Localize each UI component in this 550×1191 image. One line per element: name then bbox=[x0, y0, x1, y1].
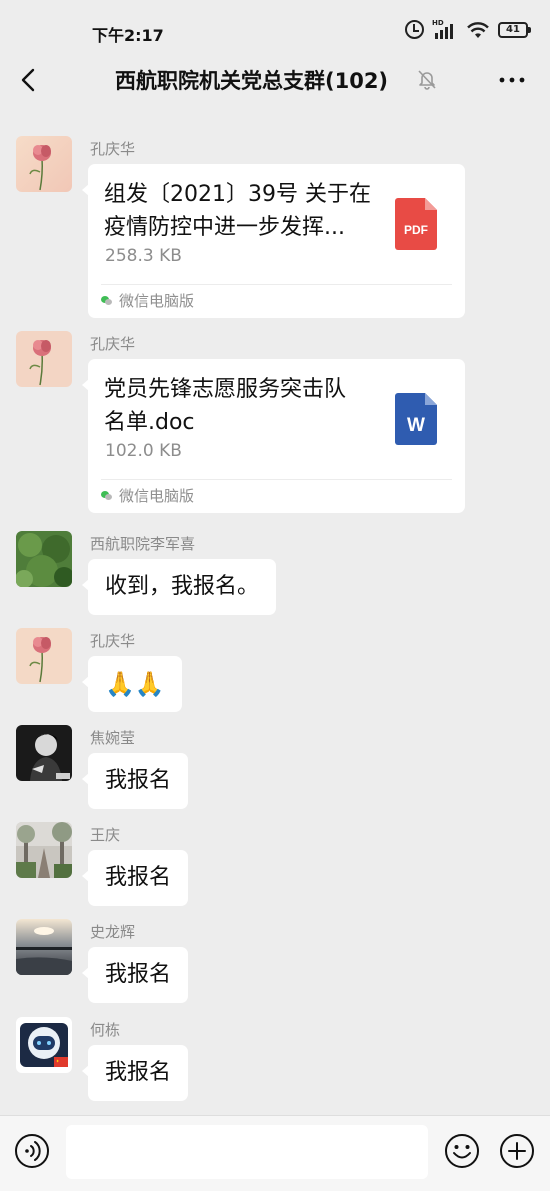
alarm-icon bbox=[405, 20, 424, 39]
voice-icon[interactable] bbox=[14, 1133, 50, 1169]
avatar[interactable] bbox=[16, 136, 72, 192]
wechat-icon bbox=[101, 295, 113, 307]
avatar[interactable] bbox=[16, 331, 72, 387]
status-bar: 下午2:17 HD 41 bbox=[0, 0, 550, 50]
avatar[interactable] bbox=[16, 725, 72, 781]
pdf-file-icon: PDF bbox=[395, 198, 437, 250]
mute-bell-icon bbox=[418, 70, 436, 90]
input-bar bbox=[0, 1115, 550, 1191]
text-message-bubble[interactable]: 我报名 bbox=[81, 753, 189, 809]
avatar[interactable] bbox=[16, 531, 72, 587]
file-message-card[interactable]: 党员先锋志愿服务突击队 名单.doc 102.0 KB W 微信电脑版 bbox=[82, 359, 465, 513]
avatar[interactable] bbox=[16, 822, 72, 878]
text-message-bubble[interactable]: 我报名 bbox=[81, 850, 189, 906]
source-label: 微信电脑版 bbox=[119, 292, 195, 310]
pdf-label: PDF bbox=[404, 223, 428, 237]
wechat-icon bbox=[101, 490, 113, 502]
sender-name: 西航职院李军喜 bbox=[90, 535, 196, 553]
status-icons: HD 41 bbox=[405, 19, 531, 39]
wifi-icon bbox=[467, 21, 489, 38]
battery-icon: 41 bbox=[498, 21, 531, 38]
sender-name: 何栋 bbox=[90, 1021, 121, 1039]
chat-screen: 下午2:17 HD 41 西航职院机关党总支群(102) 孔庆华 组发〔2021… bbox=[0, 0, 550, 1191]
avatar[interactable] bbox=[16, 628, 72, 684]
sender-name: 孔庆华 bbox=[90, 632, 136, 650]
file-size: 102.0 KB bbox=[105, 441, 182, 461]
file-title-line1: 党员先锋志愿服务突击队 bbox=[104, 377, 347, 402]
word-label: W bbox=[407, 415, 425, 436]
file-title: 党员先锋志愿服务突击队 名单.doc bbox=[104, 373, 374, 439]
more-dots-icon[interactable] bbox=[498, 67, 526, 93]
emoji-message-bubble[interactable]: 🙏🙏 bbox=[82, 656, 182, 712]
word-file-icon: W bbox=[395, 393, 437, 445]
status-time: 下午2:17 bbox=[92, 26, 164, 45]
chat-title: 西航职院机关党总支群(102) bbox=[115, 69, 389, 93]
avatar[interactable] bbox=[16, 919, 72, 975]
source-label: 微信电脑版 bbox=[119, 487, 195, 505]
avatar[interactable] bbox=[16, 1017, 72, 1073]
file-title: 组发〔2021〕39号 关于在 疫情防控中进一步发挥... bbox=[104, 178, 374, 244]
file-source: 微信电脑版 bbox=[101, 485, 194, 506]
signal-icon: HD bbox=[432, 19, 458, 39]
text-message-bubble[interactable]: 收到，我报名。 bbox=[81, 559, 277, 615]
sender-name: 孔庆华 bbox=[90, 140, 136, 158]
file-title-line2: 疫情防控中进一步发挥... bbox=[104, 215, 345, 240]
back-arrow-icon[interactable] bbox=[16, 66, 44, 94]
sender-name: 王庆 bbox=[90, 826, 121, 844]
sender-name: 焦婉莹 bbox=[90, 729, 136, 747]
title-bar: 西航职院机关党总支群(102) bbox=[0, 52, 550, 108]
text-message-bubble[interactable]: 我报名 bbox=[81, 947, 189, 1003]
file-title-line1: 组发〔2021〕39号 关于在 bbox=[104, 182, 371, 207]
file-title-line2: 名单.doc bbox=[104, 410, 195, 435]
sender-name: 史龙辉 bbox=[90, 923, 136, 941]
emoji-icon[interactable] bbox=[444, 1133, 480, 1169]
file-message-card[interactable]: 组发〔2021〕39号 关于在 疫情防控中进一步发挥... 258.3 KB P… bbox=[82, 164, 465, 318]
divider bbox=[101, 284, 452, 285]
message-input[interactable] bbox=[66, 1125, 428, 1179]
divider bbox=[101, 479, 452, 480]
sender-name: 孔庆华 bbox=[90, 335, 136, 353]
plus-icon[interactable] bbox=[499, 1133, 535, 1169]
text-message-bubble[interactable]: 我报名 bbox=[81, 1045, 189, 1101]
file-source: 微信电脑版 bbox=[101, 290, 194, 311]
file-size: 258.3 KB bbox=[105, 246, 182, 266]
